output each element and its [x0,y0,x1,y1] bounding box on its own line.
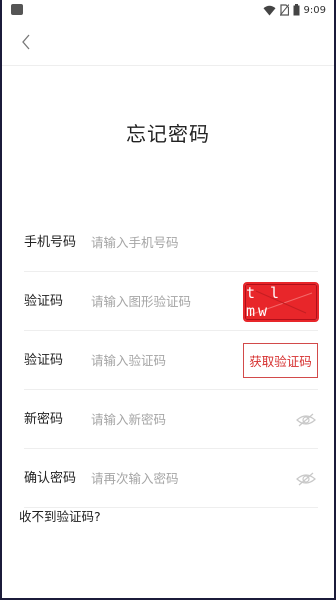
confirm-password-label: 确认密码 [24,471,77,486]
phone-row: 手机号码 请输入手机号码 [24,214,318,272]
confirm-password-row: 确认密码 请再次输入密码 [24,450,318,508]
status-bar: 9:09 [2,0,334,20]
new-password-label: 新密码 [24,412,64,427]
image-code-label: 验证码 [24,294,64,309]
image-code-input[interactable]: 请输入图形验证码 [91,273,191,331]
screen: 9:09 忘记密码 手机号码 请输入手机号码 验证码 请输入图形验证码 t l … [0,0,336,600]
sms-code-input[interactable]: 请输入验证码 [91,332,166,390]
battery-icon [293,4,300,16]
back-button[interactable] [14,30,38,54]
sms-code-row: 验证码 请输入验证码 获取验证码 [24,332,318,390]
captcha-text: t l mw [246,284,283,320]
sms-code-label: 验证码 [24,353,64,368]
notification-icon [11,4,23,15]
page-title: 忘记密码 [126,122,210,146]
app-header [2,20,334,66]
status-time: 9:09 [303,4,326,16]
no-sim-icon [279,4,289,16]
get-code-button[interactable]: 获取验证码 [243,343,318,378]
captcha-image[interactable]: t l mw [243,282,319,322]
eye-off-icon[interactable] [296,471,316,487]
eye-off-icon[interactable] [296,412,316,428]
wifi-icon [263,5,276,15]
status-icons: 9:09 [263,3,326,17]
new-password-row: 新密码 请输入新密码 [24,391,318,449]
phone-label: 手机号码 [24,235,77,250]
phone-input[interactable]: 请输入手机号码 [91,214,179,272]
new-password-input[interactable]: 请输入新密码 [91,391,166,449]
confirm-password-input[interactable]: 请再次输入密码 [91,450,179,508]
no-code-received-link[interactable]: 收不到验证码? [19,506,101,525]
chevron-left-icon [22,34,30,50]
image-code-row: 验证码 请输入图形验证码 t l mw [24,273,319,331]
